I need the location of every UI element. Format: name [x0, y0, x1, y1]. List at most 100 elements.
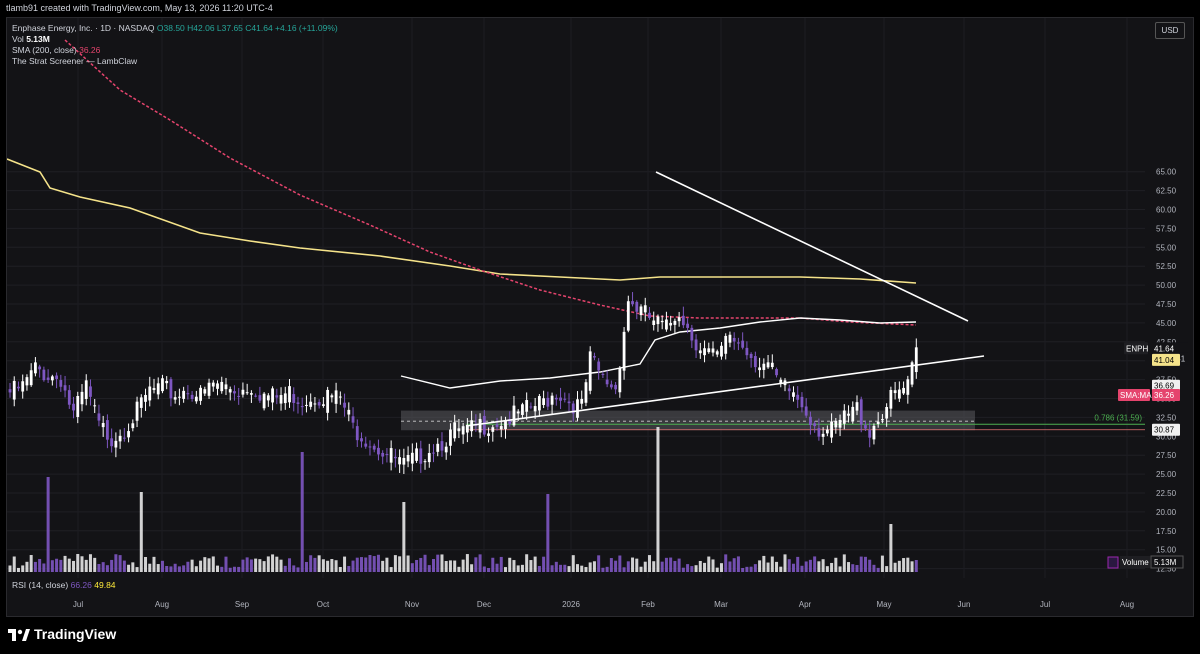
- volume-bar: [525, 554, 529, 572]
- volume-bar: [448, 560, 452, 572]
- rsi-legend[interactable]: RSI (14, close) 66.26 49.84: [12, 580, 116, 590]
- candle-down: [559, 397, 562, 401]
- volume-bar: [42, 563, 46, 572]
- volume-bar: [148, 563, 152, 572]
- candle-down: [601, 373, 605, 375]
- volume-bar: [453, 560, 457, 572]
- candle-up: [245, 392, 249, 394]
- candle-up: [334, 390, 338, 404]
- volume-bar: [393, 555, 397, 572]
- volume-bar: [698, 560, 702, 572]
- time-tick-label: Mar: [714, 600, 728, 609]
- legend-strat-row[interactable]: The Strat Screener — LambClaw: [12, 56, 338, 67]
- candle-up: [12, 380, 16, 400]
- volume-bar: [622, 567, 626, 572]
- candle-up: [398, 457, 402, 465]
- volume-bar: [508, 557, 512, 572]
- candle-up: [821, 433, 825, 437]
- volume-bar: [38, 558, 42, 572]
- candle-down: [169, 379, 173, 399]
- candle-up: [449, 429, 452, 446]
- candle-up: [703, 348, 706, 356]
- candle-down: [868, 429, 872, 438]
- candle-down: [690, 327, 694, 341]
- volume-bar: [406, 555, 410, 572]
- price-chart[interactable]: 0.786 (31.59) 65.00 62.50 60.00 57.50 55.00 5…: [0, 0, 1200, 618]
- candle-down: [563, 398, 567, 400]
- legend-symbol-row[interactable]: Enphase Energy, Inc. · 1D · NASDAQ O38.5…: [12, 23, 338, 34]
- volume-bar: [584, 567, 588, 572]
- candle-down: [258, 395, 262, 401]
- volume-bar: [842, 554, 846, 572]
- volume-bar: [389, 567, 393, 572]
- volume-bar: [228, 567, 232, 572]
- candle-up: [211, 382, 215, 387]
- ohlc-values: O38.50 H42.06 L37.65 C41.64 +4.16 (+11.0…: [156, 23, 338, 33]
- candle-up: [148, 386, 152, 401]
- volume-bar: [639, 566, 643, 572]
- volume-bar: [791, 563, 795, 572]
- volume-bar: [533, 556, 537, 572]
- volume-bar: [8, 565, 12, 572]
- volume-bar: [495, 563, 499, 572]
- candle-down: [817, 428, 821, 437]
- volume-bar: [491, 557, 495, 572]
- time-tick-label: Dec: [477, 600, 491, 609]
- volume-bar: [885, 566, 889, 572]
- volume-bar: [609, 558, 613, 572]
- sma-label: SMA (200, close): [12, 45, 77, 55]
- price-tick-label: 25.00: [1156, 470, 1177, 479]
- time-tick-label: Feb: [641, 600, 655, 609]
- legend-vol-row[interactable]: Vol 5.13M: [12, 34, 338, 45]
- volume-bar: [779, 566, 783, 572]
- candle-up: [537, 396, 541, 411]
- volume-bar: [889, 524, 893, 572]
- candle-up: [21, 381, 25, 392]
- volume-bar: [546, 494, 550, 572]
- sma-tag-text: SMA:MA: [1120, 391, 1152, 400]
- volume-bar: [173, 563, 177, 572]
- volume-bar: [292, 565, 296, 572]
- volume-bar: [830, 562, 834, 572]
- volume-bar: [169, 566, 173, 572]
- volume-bar: [910, 561, 914, 572]
- volume-bar: [440, 554, 444, 572]
- candle-up: [914, 347, 918, 373]
- candle-up: [347, 409, 351, 415]
- support-zone-box: [401, 410, 975, 431]
- volume-bar: [110, 559, 114, 572]
- volume-bar: [766, 562, 770, 572]
- candle-up: [25, 377, 29, 386]
- time-tick-label: Jul: [1040, 600, 1050, 609]
- legend-sma-row[interactable]: SMA (200, close) 36.26: [12, 45, 338, 56]
- time-tick-label: Sep: [235, 600, 250, 609]
- candle-down: [753, 356, 757, 368]
- volume-bar: [597, 555, 601, 572]
- volume-bar: [304, 561, 308, 572]
- volume-bar: [360, 557, 364, 572]
- volume-bar: [67, 558, 71, 572]
- candle-up: [618, 368, 622, 393]
- volume-bar: [804, 561, 808, 572]
- volume-bar: [88, 554, 92, 572]
- currency-button[interactable]: USD: [1155, 22, 1185, 39]
- volume-bar: [914, 560, 918, 572]
- candle-up: [152, 388, 156, 390]
- volume-bar: [880, 555, 884, 572]
- volume-bar: [758, 560, 762, 572]
- candle-up: [139, 397, 143, 408]
- candle-up: [487, 433, 490, 436]
- volume-bar: [660, 561, 664, 572]
- volume-tag: Volume 5.13M: [1107, 555, 1184, 569]
- tradingview-logo[interactable]: TradingView: [8, 626, 116, 642]
- volume-bar: [703, 562, 707, 572]
- volume-bar: [588, 562, 592, 572]
- candle-down: [89, 386, 92, 397]
- candle-up: [101, 423, 105, 428]
- volume-bar: [156, 564, 160, 572]
- candle-up: [178, 396, 181, 398]
- price-tick-label: 52.50: [1156, 262, 1177, 271]
- candle-up: [93, 405, 97, 407]
- volume-bar: [16, 567, 20, 572]
- candle-up: [656, 316, 660, 325]
